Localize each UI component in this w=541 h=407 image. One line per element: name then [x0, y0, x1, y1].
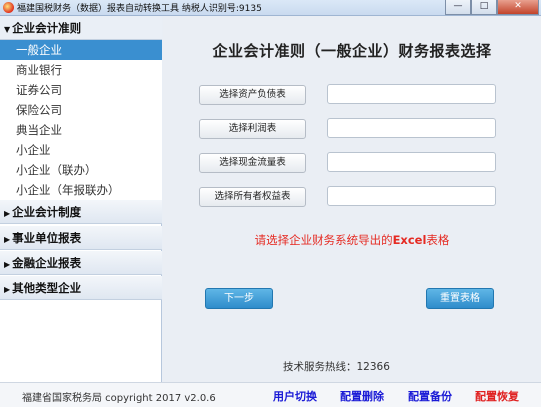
title-bar: 福建国税财务（数据）报表自动转换工具 纳税人识别号:9135 — □ ✕: [0, 0, 541, 16]
sidebar-item-securities[interactable]: 证券公司: [0, 80, 162, 100]
sidebar-category-public-institution[interactable]: ▶ 事业单位报表: [0, 226, 162, 250]
backup-config-link[interactable]: 配置备份: [408, 388, 452, 404]
sidebar-category-other[interactable]: ▶ 其他类型企业: [0, 276, 162, 300]
restore-config-link[interactable]: 配置恢复: [475, 388, 519, 404]
reset-table-button[interactable]: 重置表格: [426, 288, 494, 309]
sidebar-category-enterprise-system[interactable]: ▶ 企业会计制度: [0, 200, 162, 224]
minimize-button[interactable]: —: [445, 0, 471, 15]
collapse-arrow-icon: ▶: [4, 234, 11, 244]
sidebar-item-small-enterprise[interactable]: 小企业: [0, 140, 162, 160]
collapse-arrow-icon: ▶: [4, 259, 11, 269]
hint-suffix: 表格: [426, 233, 450, 247]
balance-sheet-path-input[interactable]: [327, 84, 496, 104]
switch-user-link[interactable]: 用户切换: [273, 388, 317, 404]
maximize-button[interactable]: □: [471, 0, 497, 15]
category-label: 企业会计制度: [12, 205, 82, 219]
sidebar-item-general-enterprise[interactable]: 一般企业: [0, 40, 162, 60]
collapse-arrow-icon: ▶: [4, 284, 11, 294]
copyright-text: 福建省国家税务局 copyright 2017 v2.0.6: [22, 393, 216, 404]
status-bar: 福建省国家税务局 copyright 2017 v2.0.6 用户切换 配置删除…: [0, 382, 541, 407]
sidebar-category-financial[interactable]: ▶ 金融企业报表: [0, 251, 162, 275]
category-label: 事业单位报表: [12, 231, 82, 245]
collapse-arrow-icon: ▶: [4, 208, 11, 218]
sidebar-item-commercial-bank[interactable]: 商业银行: [0, 60, 162, 80]
sidebar-item-small-enterprise-joint[interactable]: 小企业（联办）: [0, 160, 162, 180]
income-statement-path-input[interactable]: [327, 118, 496, 138]
sidebar-item-insurance[interactable]: 保险公司: [0, 100, 162, 120]
close-button[interactable]: ✕: [497, 0, 539, 15]
sidebar-item-small-enterprise-annual-joint[interactable]: 小企业（年报联办）: [0, 180, 162, 200]
main-panel: 企业会计准则（一般企业）财务报表选择 选择资产负债表 选择利润表 选择现金流量表…: [163, 16, 541, 382]
category-label: 金融企业报表: [12, 256, 82, 270]
excel-hint-text: 请选择企业财务系统导出的Excel表格: [163, 232, 541, 248]
service-hotline: 技术服务热线：12366: [283, 361, 390, 373]
hint-prefix: 请选择企业财务系统导出的: [254, 233, 393, 247]
sidebar: ▼ 企业会计准则 一般企业 商业银行 证券公司 保险公司 典当企业 小企业 小企业…: [0, 16, 162, 382]
cash-flow-path-input[interactable]: [327, 152, 496, 172]
equity-statement-path-input[interactable]: [327, 186, 496, 206]
page-title: 企业会计准则（一般企业）财务报表选择: [212, 42, 492, 60]
select-equity-statement-button[interactable]: 选择所有者权益表: [199, 187, 306, 207]
delete-config-link[interactable]: 配置删除: [340, 388, 384, 404]
select-cash-flow-button[interactable]: 选择现金流量表: [199, 153, 306, 173]
window-controls: — □ ✕: [445, 0, 539, 15]
window-title: 福建国税财务（数据）报表自动转换工具 纳税人识别号:9135: [17, 4, 262, 14]
next-step-button[interactable]: 下一步: [205, 288, 273, 309]
category-label: 其他类型企业: [12, 281, 82, 295]
select-balance-sheet-button[interactable]: 选择资产负债表: [199, 85, 306, 105]
sidebar-category-enterprise-standards[interactable]: ▼ 企业会计准则: [0, 16, 162, 40]
hint-excel: Excel: [392, 233, 427, 247]
category-label: 企业会计准则: [12, 21, 82, 35]
app-logo-icon: [3, 2, 14, 13]
sidebar-item-pawn[interactable]: 典当企业: [0, 120, 162, 140]
expand-arrow-icon: ▼: [4, 24, 11, 34]
select-income-statement-button[interactable]: 选择利润表: [199, 119, 306, 139]
